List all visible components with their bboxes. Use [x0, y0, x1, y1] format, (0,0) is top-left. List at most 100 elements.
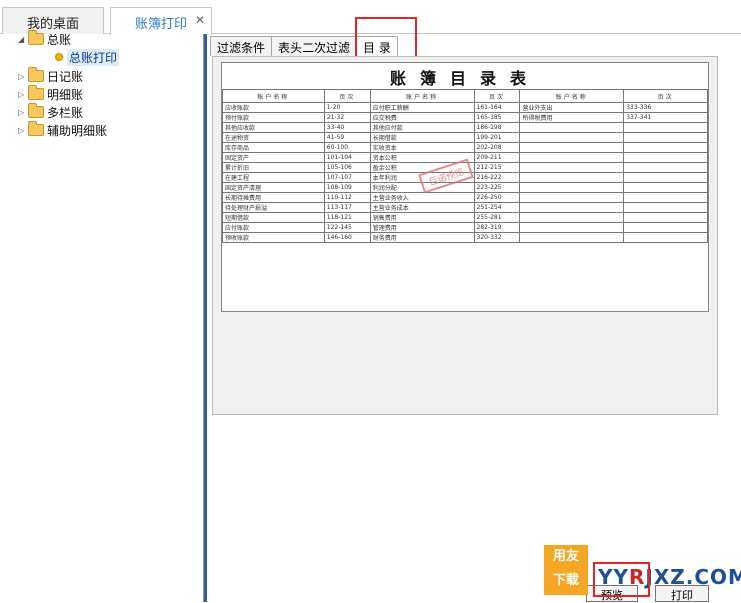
table-row: 库存商品 60-100 实收资本 202-208	[222, 142, 708, 153]
tab-ledger-print[interactable]: 账簿打印 ✕	[110, 7, 212, 35]
table-row: 其他应收款 33-40 其他应付款 186-198	[222, 122, 708, 133]
account-name-cell: 固定资产清理	[222, 182, 325, 193]
account-name-cell: 应交税费	[369, 112, 475, 123]
page-range-cell: 108-109	[323, 182, 371, 193]
tab-header-filter[interactable]: 表头二次过滤	[271, 36, 358, 56]
tree-node-detail[interactable]: ▷ 明细账	[18, 85, 83, 103]
collapsed-triangle-icon[interactable]: ▷	[18, 72, 28, 81]
table-row: 长期待摊费用 110-112 主营业务收入 226-250	[222, 192, 708, 203]
folder-icon	[28, 67, 44, 82]
ledger-tree: ◢ 总账 总账打印 ▷ 日记账 ▷ 明细账 ▷ 多栏账 ▷ 辅助明细账	[0, 30, 204, 602]
page-range-cell: 255-281	[473, 212, 521, 223]
page-range-cell: 216-222	[473, 172, 521, 183]
tree-node-label: 明细账	[47, 87, 84, 102]
collapsed-triangle-icon[interactable]: ▷	[18, 126, 28, 135]
page-range-cell: 251-254	[473, 202, 521, 213]
col-header-name: 账户名称	[369, 89, 475, 103]
account-name-cell	[519, 212, 625, 223]
preview-page: 账簿目录表 账户名称 页次 账户名称 页次 账户名称 页次 应收账款 1-20 应付…	[221, 62, 709, 312]
account-name-cell: 固定资产	[222, 152, 325, 163]
page-range-cell	[623, 162, 708, 173]
page-range-cell	[623, 132, 708, 143]
page-range-cell: 165-185	[473, 112, 521, 123]
collapsed-triangle-icon[interactable]: ▷	[18, 90, 28, 99]
page-range-cell: 320-332	[473, 232, 521, 243]
report-title: 账簿目录表	[389, 69, 540, 88]
account-name-cell	[519, 232, 625, 243]
account-name-cell: 预付账款	[222, 112, 325, 123]
account-name-cell: 在途物资	[222, 132, 325, 143]
tree-node-general-print[interactable]: 总账打印	[55, 48, 120, 66]
page-range-cell: 107-107	[323, 172, 371, 183]
leaf-bullet-icon	[55, 53, 63, 61]
tab-ledger-print-label: 账簿打印	[134, 17, 187, 32]
account-name-cell: 应付账款	[222, 222, 325, 233]
account-name-cell: 预收账款	[222, 232, 325, 243]
account-name-cell: 库存商品	[222, 142, 325, 153]
col-header-page: 页次	[473, 89, 521, 103]
account-name-cell	[519, 222, 625, 233]
folder-icon	[28, 85, 44, 100]
highlight-box	[593, 562, 650, 597]
page-range-cell: 282-319	[473, 222, 521, 233]
account-name-cell: 管理费用	[369, 222, 475, 233]
col-header-name: 账户名称	[519, 89, 625, 103]
table-row: 在途物资 41-59 长期借款 199-201	[222, 132, 708, 143]
page-range-cell: 186-198	[473, 122, 521, 133]
account-name-cell	[519, 162, 625, 173]
page-range-cell: 161-164	[473, 102, 521, 113]
folder-icon	[28, 121, 44, 136]
page-range-cell	[623, 122, 708, 133]
folder-icon	[28, 103, 44, 118]
account-name-cell: 营业外支出	[519, 102, 625, 113]
close-icon[interactable]: ✕	[195, 13, 205, 27]
account-name-cell: 其他应付款	[369, 122, 475, 133]
tree-node-label: 辅助明细账	[47, 123, 108, 138]
account-name-cell: 长期借款	[369, 132, 475, 143]
page-range-cell: 146-160	[323, 232, 371, 243]
page-range-cell: 212-215	[473, 162, 521, 173]
splitter[interactable]	[204, 34, 207, 602]
page-range-cell: 60-100	[323, 142, 371, 153]
page-range-cell: 199-201	[473, 132, 521, 143]
account-name-cell: 实收资本	[369, 142, 475, 153]
account-name-cell: 主营业务成本	[369, 202, 475, 213]
tab-filter-conditions[interactable]: 过滤条件	[210, 36, 273, 56]
account-name-cell: 其他应收款	[222, 122, 325, 133]
col-header-name: 账户名称	[222, 89, 325, 103]
collapsed-triangle-icon[interactable]: ▷	[18, 108, 28, 117]
page-range-cell: 113-117	[323, 202, 371, 213]
page-range-cell	[623, 152, 708, 163]
tree-node-multicolumn[interactable]: ▷ 多栏账	[18, 103, 83, 121]
page-range-cell: 223-225	[473, 182, 521, 193]
tree-node-label: 总账	[47, 32, 72, 47]
page-range-cell: 41-59	[323, 132, 371, 143]
expanded-triangle-icon[interactable]: ◢	[18, 35, 28, 44]
tree-node-aux-detail[interactable]: ▷ 辅助明细账	[18, 121, 107, 139]
logo-line1: 用友	[552, 549, 579, 564]
page-range-cell: 101-104	[323, 152, 371, 163]
table-row: 待处理财产损溢 113-117 主营业务成本 251-254	[222, 202, 708, 213]
page-range-cell	[623, 202, 708, 213]
table-row: 短期借款 118-121 销售费用 255-281	[222, 212, 708, 223]
account-name-cell	[519, 122, 625, 133]
account-name-cell	[519, 152, 625, 163]
page-range-cell	[623, 222, 708, 233]
page-range-cell: 333-336	[623, 102, 708, 113]
page-range-cell: 337-341	[623, 112, 708, 123]
page-range-cell: 226-250	[473, 192, 521, 203]
table-row: 应收账款 1-20 应付职工薪酬 161-164 营业外支出 333-336	[222, 102, 708, 113]
account-name-cell	[519, 132, 625, 143]
page-range-cell: 33-40	[323, 122, 371, 133]
page-range-cell	[623, 182, 708, 193]
account-name-cell: 财务费用	[369, 232, 475, 243]
account-name-cell: 累计折旧	[222, 162, 325, 173]
account-name-cell: 长期待摊费用	[222, 192, 325, 203]
tree-node-journal[interactable]: ▷ 日记账	[18, 67, 83, 85]
page-range-cell: 202-208	[473, 142, 521, 153]
col-header-page: 页次	[323, 89, 371, 103]
account-name-cell: 应收账款	[222, 102, 325, 113]
logo-line2: 下载	[552, 573, 579, 588]
account-name-cell	[519, 182, 625, 193]
tree-node-general-ledger[interactable]: ◢ 总账	[18, 30, 71, 48]
